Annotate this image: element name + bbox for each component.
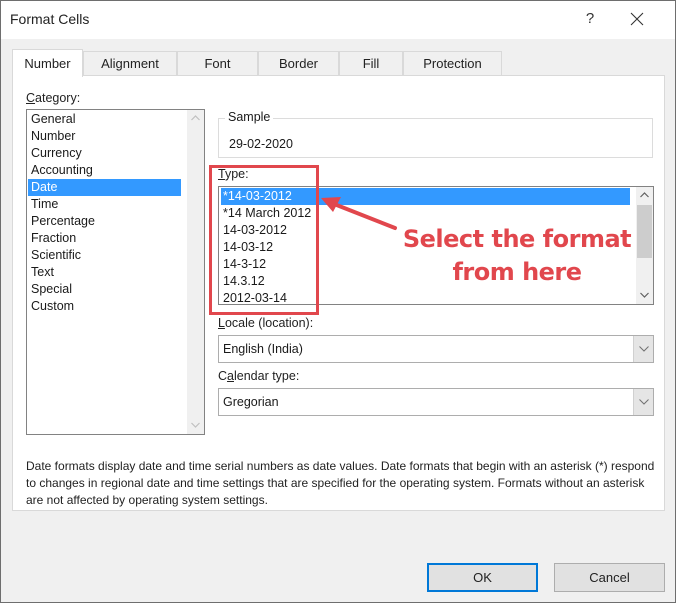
locale-label: Locale (location):: [218, 316, 314, 330]
calendar-dropdown-button[interactable]: [633, 389, 653, 415]
tab-protection[interactable]: Protection: [403, 51, 502, 76]
tab-border[interactable]: Border: [258, 51, 339, 76]
category-item-percentage[interactable]: Percentage: [28, 213, 181, 230]
annotation-line-2: from here: [452, 258, 582, 286]
number-tab-panel: Category: General Number Currency Accoun…: [12, 75, 665, 511]
locale-dropdown-button[interactable]: [633, 336, 653, 362]
type-item[interactable]: *14 March 2012: [221, 205, 630, 222]
tab-font[interactable]: Font: [177, 51, 258, 76]
type-scrollbar[interactable]: [636, 187, 653, 304]
category-item-custom[interactable]: Custom: [28, 298, 181, 315]
category-scroll-down-button[interactable]: [187, 417, 204, 434]
chevron-up-icon: [191, 115, 200, 121]
chevron-down-icon: [638, 346, 649, 352]
calendar-type-dropdown[interactable]: Gregorian: [218, 388, 654, 416]
chevron-down-icon: [638, 399, 649, 405]
chevron-down-icon: [191, 422, 200, 428]
category-item-general[interactable]: General: [28, 111, 181, 128]
locale-dropdown[interactable]: English (India): [218, 335, 654, 363]
dialog-title: Format Cells: [10, 11, 90, 27]
tab-fill[interactable]: Fill: [339, 51, 403, 76]
annotation-line-1: Select the format: [402, 225, 632, 253]
cancel-button[interactable]: Cancel: [554, 563, 665, 592]
category-item-special[interactable]: Special: [28, 281, 181, 298]
annotation-text: Select the format from here: [397, 223, 637, 289]
type-scroll-thumb[interactable]: [637, 205, 652, 258]
sample-value: 29-02-2020: [229, 137, 293, 151]
type-label: Type:: [218, 167, 249, 181]
category-item-currency[interactable]: Currency: [28, 145, 181, 162]
category-scrollbar[interactable]: [187, 110, 204, 434]
chevron-down-icon: [640, 292, 649, 298]
tab-alignment[interactable]: Alignment: [83, 51, 177, 76]
date-format-description: Date formats display date and time seria…: [26, 459, 655, 507]
category-item-text[interactable]: Text: [28, 264, 181, 281]
category-list[interactable]: General Number Currency Accounting Date …: [26, 109, 205, 435]
category-item-number[interactable]: Number: [28, 128, 181, 145]
category-item-date[interactable]: Date: [28, 179, 181, 196]
close-button[interactable]: [626, 8, 648, 30]
category-scroll-up-button[interactable]: [187, 110, 204, 127]
type-scroll-up-button[interactable]: [636, 187, 653, 204]
help-button[interactable]: ?: [582, 10, 598, 28]
calendar-type-label: Calendar type:: [218, 369, 300, 383]
locale-value: English (India): [223, 342, 303, 356]
type-item[interactable]: *14-03-2012: [221, 188, 630, 205]
category-item-fraction[interactable]: Fraction: [28, 230, 181, 247]
format-cells-dialog: Format Cells ? Number Alignment Font Bor…: [0, 0, 676, 603]
close-icon: [630, 12, 644, 26]
chevron-up-icon: [640, 192, 649, 198]
title-bar: Format Cells ?: [1, 1, 675, 39]
category-item-accounting[interactable]: Accounting: [28, 162, 181, 179]
tab-number[interactable]: Number: [12, 49, 83, 77]
category-item-time[interactable]: Time: [28, 196, 181, 213]
calendar-type-value: Gregorian: [223, 395, 279, 409]
category-label: Category:: [26, 91, 81, 105]
category-item-scientific[interactable]: Scientific: [28, 247, 181, 264]
sample-label: Sample: [225, 110, 274, 124]
type-scroll-down-button[interactable]: [636, 287, 653, 304]
type-item[interactable]: 2012-03-14: [221, 290, 630, 307]
ok-button[interactable]: OK: [427, 563, 538, 592]
